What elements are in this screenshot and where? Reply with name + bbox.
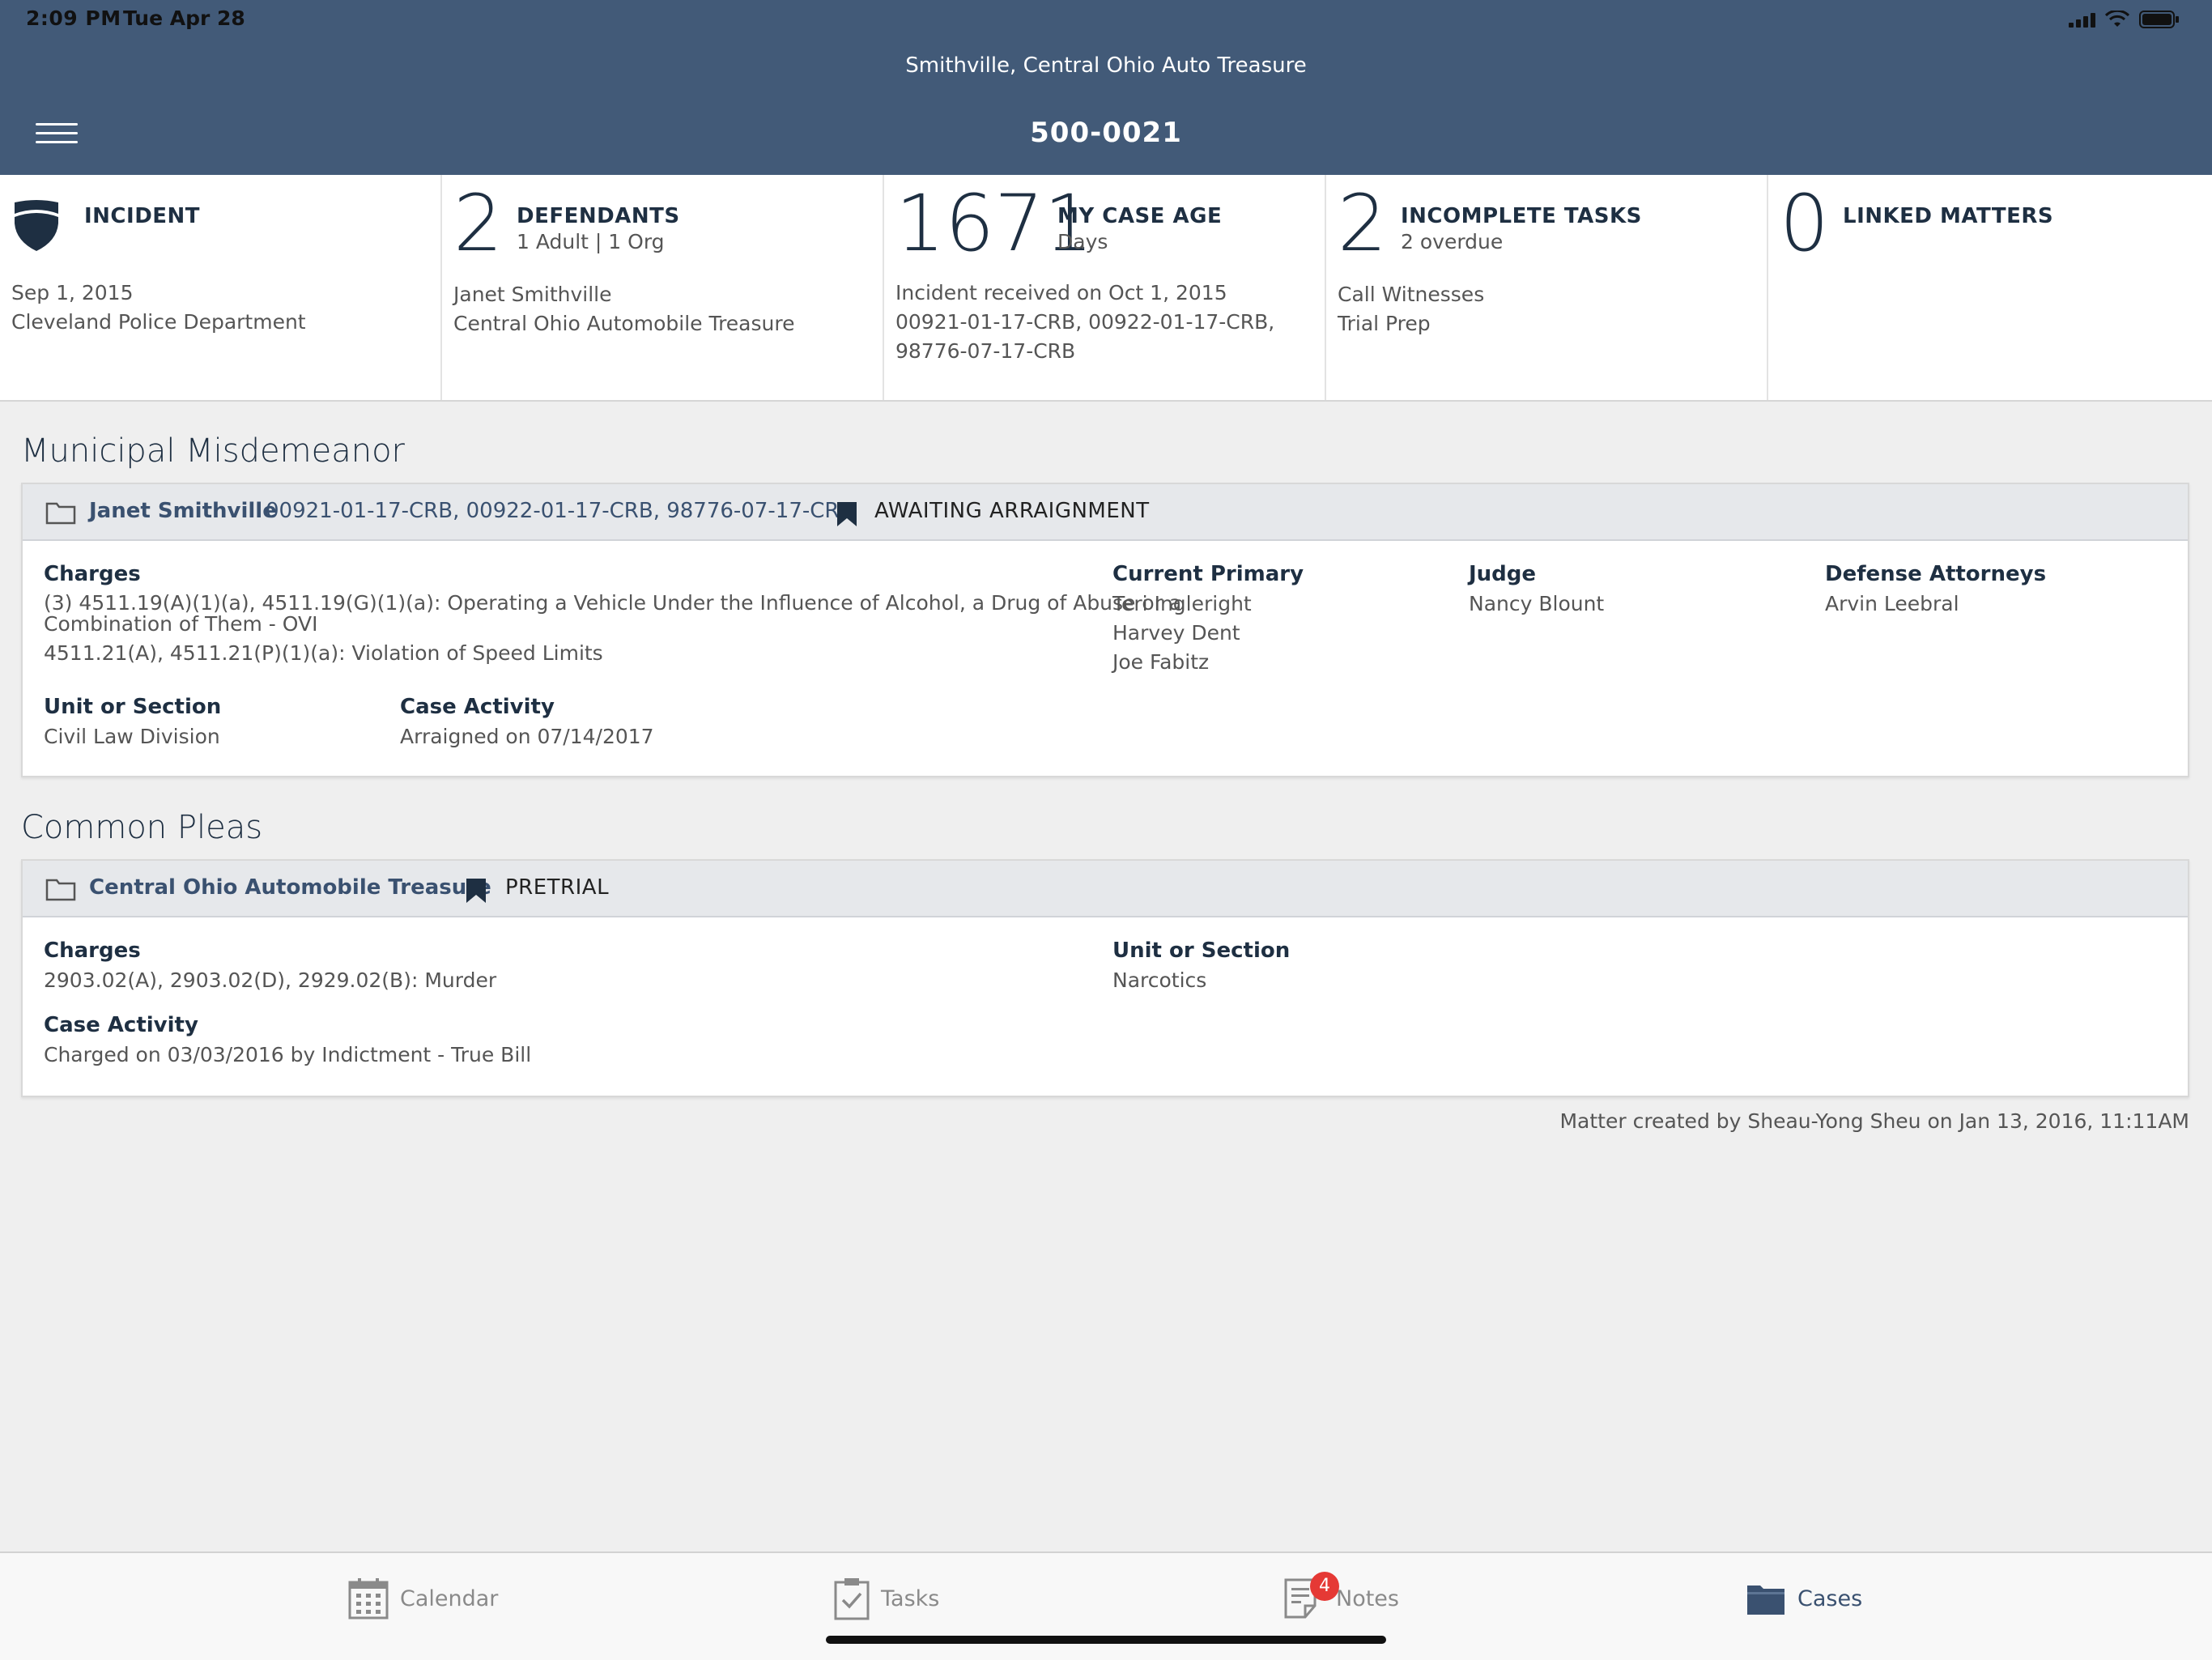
case-activity-value: Arraigned on 07/14/2017 (400, 725, 654, 748)
party-name[interactable]: Janet Smithville (89, 499, 277, 523)
incident-tile[interactable]: INCIDENT Sep 1, 2015 Cleveland Police De… (0, 175, 442, 400)
bookmark-icon (837, 502, 857, 526)
clipboard-check-icon (834, 1578, 870, 1620)
bookmark-icon (466, 879, 486, 903)
case-card-common-pleas: Central Ohio Automobile Treasure PRETRIA… (21, 859, 2189, 1097)
case-numbers-line: 00921-01-17-CRB, 00922-01-17-CRB, (895, 310, 1275, 334)
incident-label: INCIDENT (84, 204, 201, 228)
folder-icon (45, 879, 76, 901)
cellular-signal-icon (2069, 11, 2095, 28)
battery-icon (2139, 10, 2180, 29)
unit-label: Unit or Section (44, 695, 222, 719)
defendants-info: Janet Smithville Central Ohio Automobile… (453, 280, 794, 338)
charges-label: Charges (44, 562, 141, 586)
tab-notes-label: Notes (1336, 1586, 1399, 1611)
case-age-sub: Days (1057, 230, 1108, 253)
case-activity-value: Charged on 03/03/2016 by Indictment - Tr… (44, 1043, 532, 1066)
judge-label: Judge (1469, 562, 1537, 586)
defendants-tile[interactable]: 2 DEFENDANTS 1 Adult | 1 Org Janet Smith… (442, 175, 884, 400)
current-primary-list: Teri Ingleright Harvey Dent Joe Fabitz (1112, 590, 1252, 677)
folder-filled-icon (1747, 1586, 1784, 1615)
charge-line: (3) 4511.19(A)(1)(a), 4511.19(G)(1)(a): … (44, 591, 1182, 615)
case-card-municipal: Janet Smithville 00921-01-17-CRB, 00922-… (21, 483, 2189, 777)
case-card-header[interactable]: Janet Smithville 00921-01-17-CRB, 00922-… (23, 484, 2188, 541)
defendants-count: 2 (453, 178, 504, 269)
task-item: Trial Prep (1338, 312, 1431, 335)
case-numbers-line: 98776-07-17-CRB (895, 339, 1076, 363)
case-card-header[interactable]: Central Ohio Automobile Treasure PRETRIA… (23, 861, 2188, 917)
tasks-label: INCOMPLETE TASKS (1401, 204, 1642, 228)
app-header: 2:09 PM Tue Apr 28 Smithville, Central O… (0, 0, 2212, 175)
case-status: PRETRIAL (505, 875, 610, 900)
incident-info: Sep 1, 2015 Cleveland Police Department (11, 279, 306, 337)
defendants-sub: 1 Adult | 1 Org (517, 230, 665, 253)
section-title-municipal: Municipal Misdemeanor (21, 432, 405, 470)
charges-value: (3) 4511.19(A)(1)(a), 4511.19(G)(1)(a): … (44, 593, 1181, 664)
case-age-tile[interactable]: 1671 MY CASE AGE Days Incident received … (884, 175, 1326, 400)
defendant-name: Janet Smithville (453, 283, 612, 306)
charges-value: 2903.02(A), 2903.02(D), 2929.02(B): Murd… (44, 968, 497, 992)
judge-value: Nancy Blount (1469, 592, 1605, 615)
defendant-name: Central Ohio Automobile Treasure (453, 312, 795, 335)
wifi-icon (2105, 11, 2129, 28)
primary-name: Joe Fabitz (1112, 650, 1210, 674)
unit-label: Unit or Section (1112, 939, 1291, 963)
incomplete-tasks-tile[interactable]: 2 INCOMPLETE TASKS 2 overdue Call Witnes… (1326, 175, 1768, 400)
linked-count: 0 (1780, 178, 1830, 269)
status-date: Tue Apr 28 (123, 6, 245, 30)
current-primary-label: Current Primary (1112, 562, 1304, 586)
charge-line: Combination of Them - OVI (44, 612, 318, 636)
tab-notes[interactable]: 4 Notes (1284, 1572, 1399, 1623)
party-name[interactable]: Central Ohio Automobile Treasure (89, 875, 491, 900)
incident-agency: Cleveland Police Department (11, 310, 306, 334)
primary-name: Teri Ingleright (1112, 592, 1252, 615)
tasks-count: 2 (1338, 178, 1388, 269)
linked-matters-tile[interactable]: 0 LINKED MATTERS (1768, 175, 2210, 400)
tab-tasks-label: Tasks (881, 1586, 940, 1611)
charge-line: 4511.21(A), 4511.21(P)(1)(a): Violation … (44, 641, 603, 665)
unit-value: Civil Law Division (44, 725, 220, 748)
calendar-icon (348, 1578, 389, 1620)
tab-cases-label: Cases (1797, 1586, 1863, 1611)
tab-tasks[interactable]: Tasks (834, 1574, 939, 1623)
charges-label: Charges (44, 939, 141, 963)
defense-attorneys-value: Arvin Leebral (1825, 592, 1959, 615)
incident-date: Sep 1, 2015 (11, 281, 134, 304)
matter-created-note: Matter created by Sheau-Yong Sheu on Jan… (1559, 1109, 2189, 1133)
case-age-info: Incident received on Oct 1, 2015 00921-0… (895, 279, 1274, 366)
incident-received: Incident received on Oct 1, 2015 (895, 281, 1227, 304)
notes-badge: 4 (1310, 1572, 1339, 1601)
task-item: Call Witnesses (1338, 283, 1485, 306)
home-indicator[interactable] (826, 1636, 1386, 1644)
unit-value: Narcotics (1112, 968, 1207, 992)
defense-attorneys-label: Defense Attorneys (1825, 562, 2047, 586)
tab-calendar[interactable]: Calendar (348, 1574, 498, 1623)
defendants-label: DEFENDANTS (517, 204, 680, 228)
primary-name: Harvey Dent (1112, 621, 1240, 645)
case-status: AWAITING ARRAIGNMENT (874, 499, 1150, 523)
case-activity-label: Case Activity (400, 695, 555, 719)
status-indicators (2069, 10, 2180, 29)
case-summary: INCIDENT Sep 1, 2015 Cleveland Police De… (0, 175, 2212, 402)
linked-label: LINKED MATTERS (1843, 204, 2054, 228)
shield-icon (15, 200, 58, 251)
status-time: 2:09 PM (26, 6, 121, 30)
case-activity-label: Case Activity (44, 1013, 198, 1037)
section-title-common-pleas: Common Pleas (21, 809, 263, 846)
notes-icon-wrap: 4 (1284, 1572, 1339, 1620)
case-numbers: 00921-01-17-CRB, 00922-01-17-CRB, 98776-… (266, 499, 854, 523)
tasks-info: Call Witnesses Trial Prep (1338, 280, 1484, 338)
folder-icon (45, 502, 76, 525)
tab-cases[interactable]: Cases (1746, 1574, 1862, 1623)
org-title: Smithville, Central Ohio Auto Treasure (905, 53, 1307, 78)
case-age-label: MY CASE AGE (1057, 204, 1223, 228)
case-number-title: 500-0021 (1030, 117, 1182, 149)
tasks-sub: 2 overdue (1401, 230, 1504, 253)
tab-calendar-label: Calendar (400, 1586, 499, 1611)
